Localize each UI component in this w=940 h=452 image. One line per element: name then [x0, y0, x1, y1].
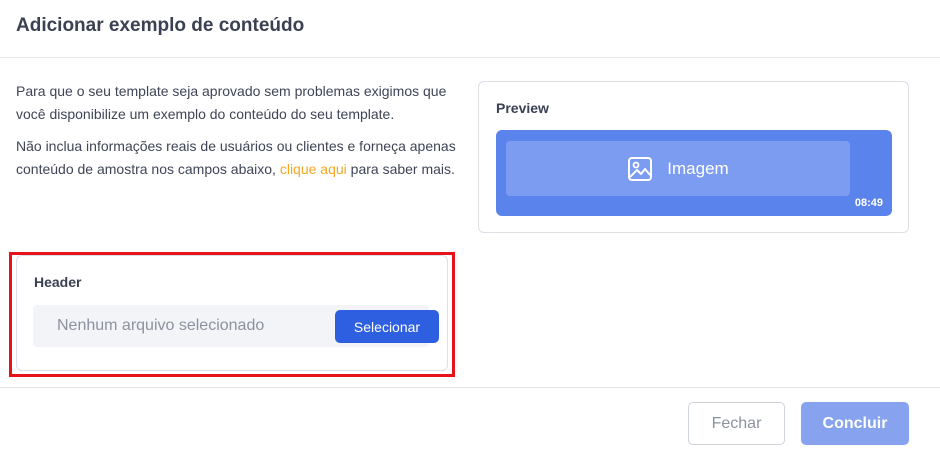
- modal-footer: Fechar Concluir: [0, 387, 940, 452]
- file-input[interactable]: Nenhum arquivo selecionado Selecionar: [33, 305, 439, 347]
- description-text-end: para saber mais.: [346, 161, 455, 177]
- image-icon: [628, 156, 653, 181]
- preview-card: Preview Imagem 08:49: [478, 81, 909, 233]
- description-paragraph-2: Não inclua informações reais de usuários…: [16, 135, 456, 181]
- modal-title: Adicionar exemplo de conteúdo: [16, 15, 305, 36]
- select-file-button[interactable]: Selecionar: [335, 310, 439, 343]
- preview-timestamp: 08:49: [854, 197, 883, 209]
- preview-media-label: Imagem: [667, 158, 729, 178]
- learn-more-link[interactable]: clique aqui: [280, 161, 347, 177]
- close-button[interactable]: Fechar: [688, 402, 785, 445]
- header-card: Header Nenhum arquivo selecionado Seleci…: [16, 255, 448, 371]
- preview-title: Preview: [496, 100, 549, 116]
- description-paragraph-1: Para que o seu template seja aprovado se…: [16, 83, 447, 122]
- header-section-title: Header: [34, 274, 82, 290]
- file-status: Nenhum arquivo selecionado: [57, 317, 265, 334]
- preview-media-placeholder: Imagem: [506, 141, 850, 196]
- done-button[interactable]: Concluir: [801, 402, 909, 445]
- description: Para que o seu template seja aprovado se…: [16, 80, 456, 190]
- preview-message-bubble: Imagem 08:49: [496, 130, 892, 216]
- modal-header: Adicionar exemplo de conteúdo: [0, 0, 940, 58]
